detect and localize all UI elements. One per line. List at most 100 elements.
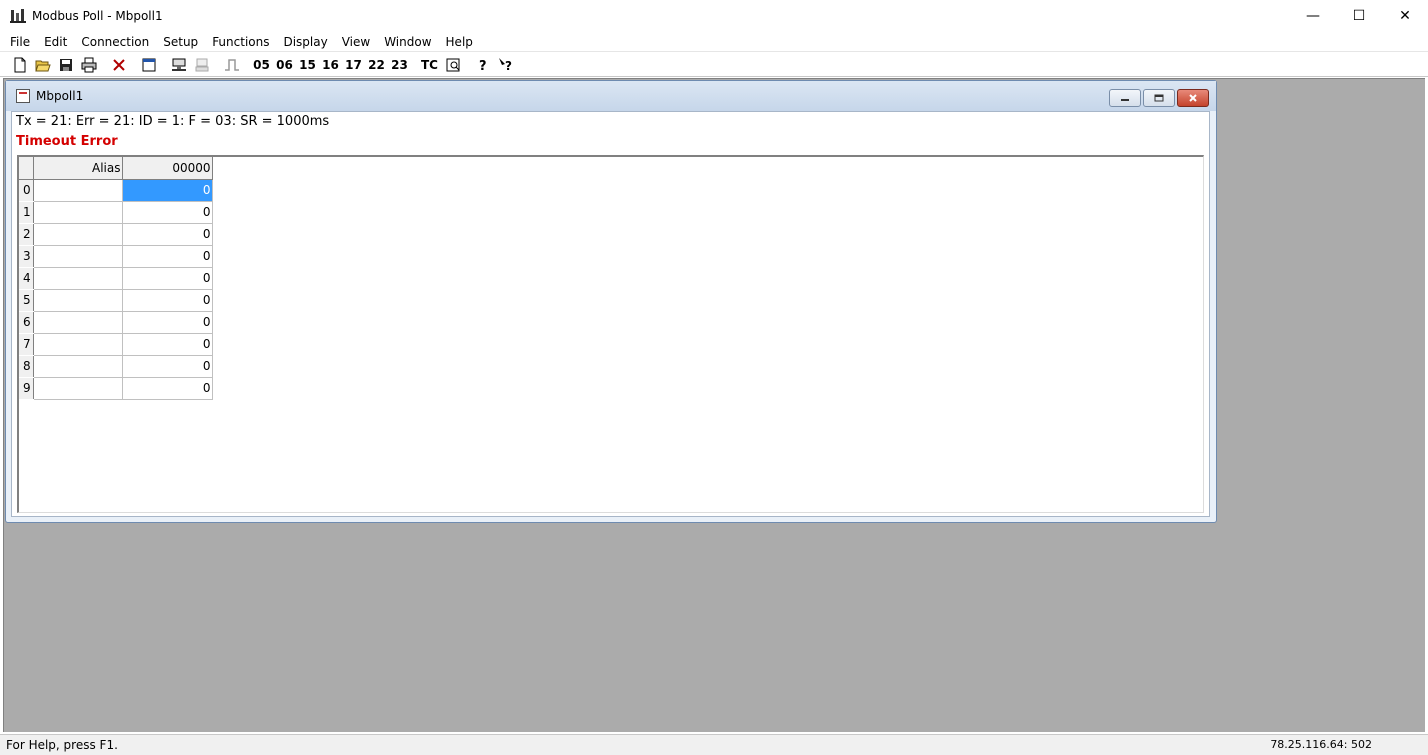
context-help-button[interactable]: ?	[494, 54, 517, 76]
fc-23-button[interactable]: 23	[388, 54, 411, 76]
disconnect-button[interactable]	[190, 54, 213, 76]
value-cell[interactable]: 0	[122, 333, 213, 356]
value-cell[interactable]: 0	[122, 201, 213, 224]
table-row: 0 0	[19, 179, 213, 202]
alias-cell[interactable]	[33, 245, 123, 268]
menu-display[interactable]: Display	[276, 32, 334, 52]
window-icon	[142, 58, 155, 71]
minimize-button[interactable]: —	[1290, 0, 1336, 32]
status-bar: For Help, press F1. 78.25.116.64: 502	[0, 734, 1428, 755]
menu-view[interactable]: View	[335, 32, 377, 52]
row-number: 6	[19, 311, 34, 334]
menu-bar: File Edit Connection Setup Functions Dis…	[0, 32, 1428, 52]
new-button[interactable]	[8, 54, 31, 76]
alias-cell[interactable]	[33, 311, 123, 334]
open-button[interactable]	[31, 54, 54, 76]
tc-button[interactable]: TC	[418, 54, 441, 76]
table-row: 5 0	[19, 289, 213, 312]
fc-05-button[interactable]: 05	[250, 54, 273, 76]
toolbar-separator	[216, 54, 217, 75]
new-icon	[14, 57, 25, 72]
alias-cell[interactable]	[33, 267, 123, 290]
data-grid: Alias 00000 0 0 1 0 2 0 3 0 4 0 5 0 6 0 …	[17, 155, 1204, 513]
connection-status: 78.25.116.64: 502	[1270, 738, 1372, 751]
row-number: 1	[19, 201, 34, 224]
table-row: 2 0	[19, 223, 213, 246]
value-cell[interactable]: 0	[122, 311, 213, 334]
menu-help[interactable]: Help	[439, 32, 480, 52]
close-button[interactable]: ✕	[1382, 0, 1428, 32]
document-icon[interactable]	[16, 89, 30, 103]
fc-06-button[interactable]: 06	[273, 54, 296, 76]
menu-edit[interactable]: Edit	[37, 32, 74, 52]
window-controls: — ☐ ✕	[1290, 0, 1428, 32]
table-row: 1 0	[19, 201, 213, 224]
help-icon: ?	[479, 59, 487, 73]
svg-text:?: ?	[479, 59, 487, 73]
maximize-button[interactable]: ☐	[1336, 0, 1382, 32]
print-button[interactable]	[77, 54, 100, 76]
title-bar: Modbus Poll - Mbpoll1 — ☐ ✕	[0, 0, 1428, 32]
svg-text:?: ?	[505, 59, 512, 73]
save-icon	[59, 58, 72, 71]
help-button[interactable]: ?	[471, 54, 494, 76]
pulse-icon	[224, 58, 239, 71]
value-cell[interactable]: 0	[122, 267, 213, 290]
fc-16-button[interactable]: 16	[319, 54, 342, 76]
menu-file[interactable]: File	[3, 32, 37, 52]
row-number: 9	[19, 377, 34, 400]
window-title: Modbus Poll - Mbpoll1	[32, 9, 163, 23]
app-icon[interactable]	[10, 8, 26, 24]
row-number: 2	[19, 223, 34, 246]
traffic-button[interactable]	[441, 54, 464, 76]
table-row: 4 0	[19, 267, 213, 290]
alias-cell[interactable]	[33, 201, 123, 224]
table-row: 8 0	[19, 355, 213, 378]
value-cell[interactable]: 0	[122, 245, 213, 268]
table-row: 7 0	[19, 333, 213, 356]
menu-functions[interactable]: Functions	[205, 32, 276, 52]
child-window-controls	[1107, 89, 1209, 107]
alias-cell[interactable]	[33, 179, 123, 202]
connect-button[interactable]	[167, 54, 190, 76]
value-cell[interactable]: 0	[122, 223, 213, 246]
window-button[interactable]	[137, 54, 160, 76]
child-window: Mbpoll1 Tx = 21: Err = 21: ID = 1: F = 0…	[5, 80, 1217, 523]
value-cell[interactable]: 0	[122, 179, 213, 202]
save-button[interactable]	[54, 54, 77, 76]
alias-cell[interactable]	[33, 377, 123, 400]
alias-cell[interactable]	[33, 289, 123, 312]
menu-window[interactable]: Window	[377, 32, 438, 52]
alias-cell[interactable]	[33, 333, 123, 356]
value-cell[interactable]: 0	[122, 355, 213, 378]
menu-setup[interactable]: Setup	[156, 32, 205, 52]
child-client-area: Tx = 21: Err = 21: ID = 1: F = 03: SR = …	[11, 111, 1210, 517]
child-close-button[interactable]	[1177, 89, 1209, 107]
table-row: 9 0	[19, 377, 213, 400]
child-minimize-button[interactable]	[1109, 89, 1141, 107]
toolbar: 05 06 15 16 17 22 23 TC ? ?	[0, 53, 1428, 77]
delete-button[interactable]	[107, 54, 130, 76]
child-restore-button[interactable]	[1143, 89, 1175, 107]
alias-cell[interactable]	[33, 223, 123, 246]
row-number: 7	[19, 333, 34, 356]
menu-connection[interactable]: Connection	[74, 32, 156, 52]
help-hint: For Help, press F1.	[6, 738, 118, 752]
toolbar-separator	[133, 54, 134, 75]
table-row: 6 0	[19, 311, 213, 334]
value-cell[interactable]: 0	[122, 377, 213, 400]
toolbar-separator	[246, 54, 247, 75]
fc-17-button[interactable]: 17	[342, 54, 365, 76]
toolbar-separator	[103, 54, 104, 75]
value-cell[interactable]: 0	[122, 289, 213, 312]
row-number: 0	[19, 179, 34, 202]
disconnect-icon	[195, 58, 208, 71]
pulse-button[interactable]	[220, 54, 243, 76]
column-header-alias[interactable]: Alias	[33, 157, 123, 180]
fc-22-button[interactable]: 22	[365, 54, 388, 76]
fc-15-button[interactable]: 15	[296, 54, 319, 76]
child-title-bar[interactable]: Mbpoll1	[6, 81, 1216, 111]
delete-icon	[112, 58, 125, 71]
column-header-address[interactable]: 00000	[122, 157, 213, 180]
alias-cell[interactable]	[33, 355, 123, 378]
